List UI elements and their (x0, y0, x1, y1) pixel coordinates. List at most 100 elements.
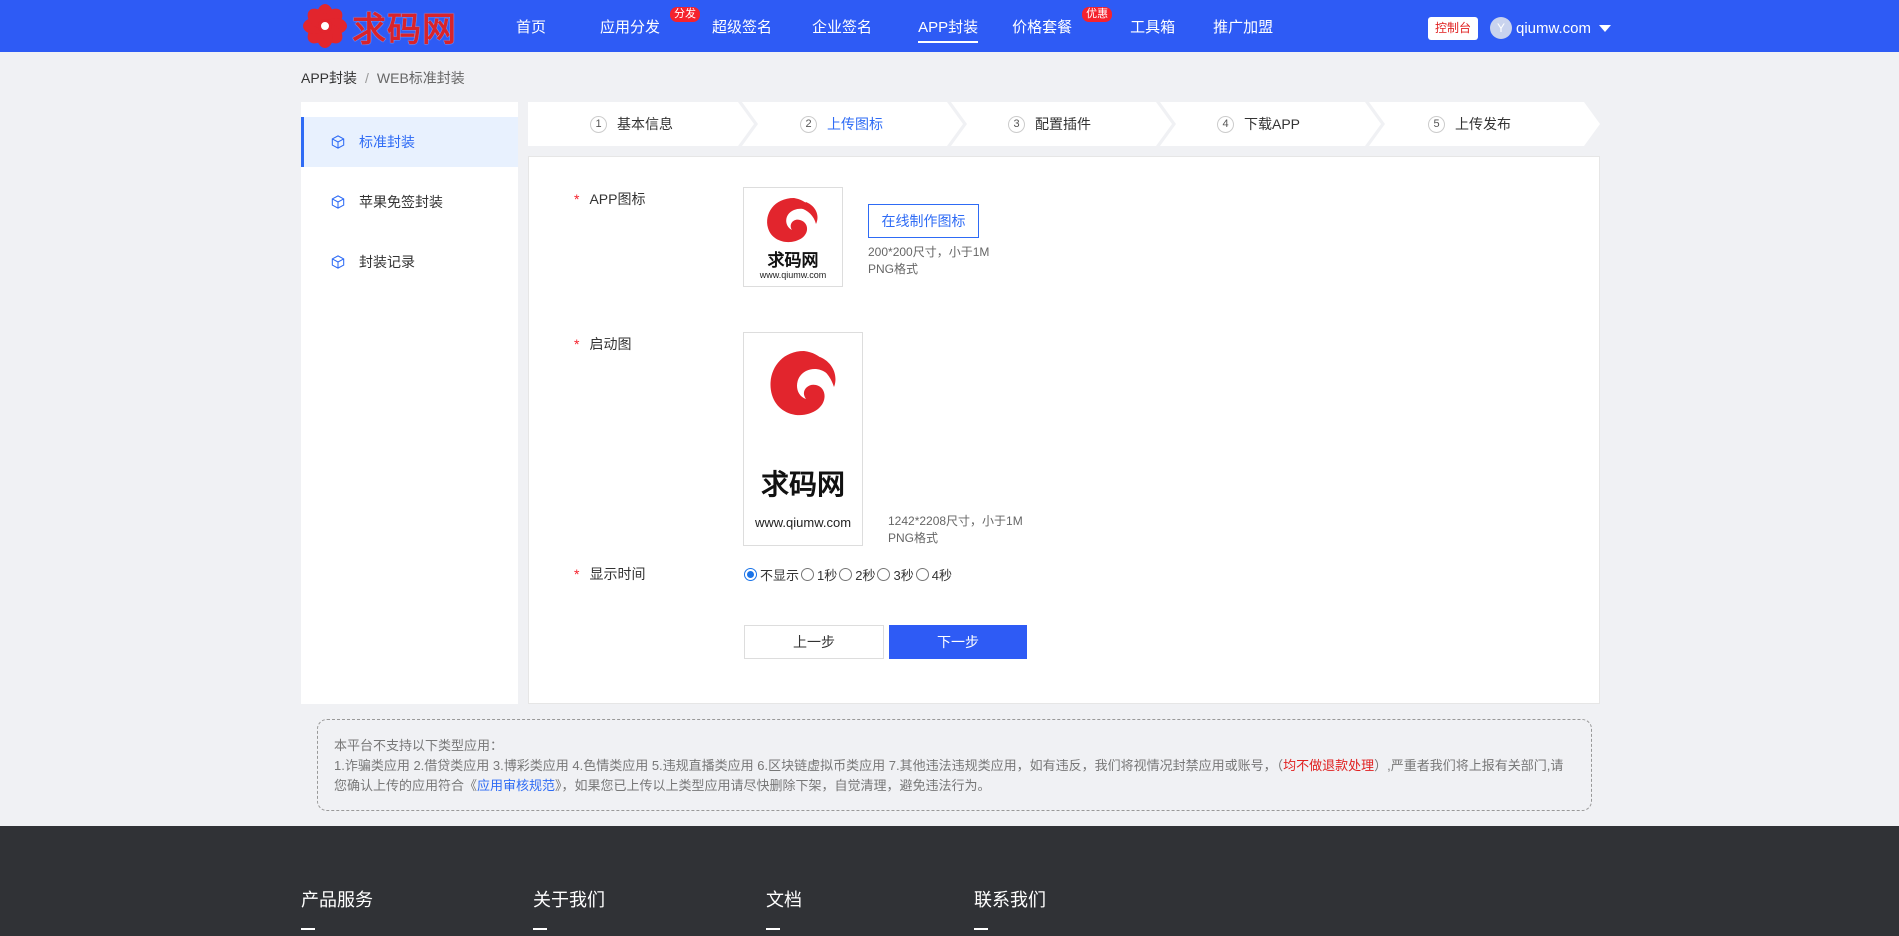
make-icon-online-button[interactable]: 在线制作图标 (868, 204, 979, 238)
policy-notice: 本平台不支持以下类型应用： 1.诈骗类应用 2.借贷类应用 3.博彩类应用 4.… (317, 719, 1592, 811)
chevron-down-icon (1599, 24, 1612, 32)
console-button[interactable]: 控制台 (1428, 17, 1478, 40)
footer: 产品服务 关于我们 文档 联系我们 (0, 826, 1899, 936)
display-time-label: * 显示时间 (574, 564, 645, 584)
app-icon-label: * APP图标 (574, 189, 645, 209)
nav-label: 首页 (516, 19, 547, 36)
notice-no-refund: 均不做退款处理 (1283, 758, 1375, 773)
label-text: 显示时间 (589, 566, 646, 582)
step-number: 4 (1217, 115, 1234, 133)
step-label: 配置插件 (1035, 116, 1091, 132)
radio-label: 不显示 (760, 568, 800, 583)
nav-badge: 优惠 (1082, 7, 1113, 22)
step-label: 上传图标 (827, 116, 883, 132)
user-menu[interactable]: Y qiumw.com (1490, 16, 1612, 40)
required-mark: * (574, 191, 580, 207)
tip-size: 1242*2208尺寸，小于1M (888, 514, 1023, 528)
step-5: 5 上传发布 (1428, 102, 1511, 146)
radio-icon (877, 568, 891, 581)
next-step-button[interactable]: 下一步 (889, 625, 1027, 659)
flower-logo-icon (302, 3, 348, 49)
nav-item-distribution[interactable]: 应用分发 分发 (600, 0, 701, 52)
nav-item-partnership[interactable]: 推广加盟 (1213, 0, 1273, 52)
splash-tip: 1242*2208尺寸，小于1M PNG格式 (888, 513, 1023, 547)
breadcrumb-current: WEB标准封装 (376, 70, 465, 86)
nav-item-home[interactable]: 首页 (516, 0, 546, 52)
radio-no-display[interactable]: 不显示 (744, 565, 799, 584)
app-icon-preview[interactable]: 求码网 www.qiumw.com (743, 187, 843, 287)
cube-icon (331, 135, 345, 149)
nav-badge: 分发 (670, 7, 701, 22)
label-text: APP图标 (589, 191, 646, 207)
cube-icon (331, 255, 345, 269)
step-indicator: 1 基本信息 2 上传图标 3 配置插件 4 下载APP 5 上传发布 (528, 102, 1600, 146)
label-text: 启动图 (589, 336, 632, 352)
nav-label: 超级签名 (712, 19, 773, 36)
footer-col-docs: 文档 (766, 886, 802, 930)
radio-icon (744, 568, 757, 581)
splash-preview[interactable]: 求码网 www.qiumw.com (743, 332, 863, 546)
radio-icon (915, 568, 929, 581)
nav-label: 应用分发 (600, 19, 661, 36)
nav-label: 工具箱 (1130, 19, 1176, 36)
step-number: 2 (800, 115, 817, 133)
sidebar-item-label: 苹果免签封装 (359, 194, 443, 210)
radio-label: 4秒 (931, 568, 952, 583)
tip-format: PNG格式 (888, 531, 939, 545)
avatar: Y (1490, 17, 1512, 39)
notice-title: 本平台不支持以下类型应用： (334, 738, 504, 753)
radio-label: 3秒 (893, 568, 914, 583)
nav-label: 推广加盟 (1213, 19, 1274, 36)
required-mark: * (574, 566, 580, 582)
tip-size: 200*200尺寸，小于1M (868, 245, 990, 259)
nav-label: 企业签名 (812, 19, 873, 36)
step-label: 基本信息 (617, 116, 673, 132)
top-navbar: 求码网 首页 应用分发 分发 超级签名 企业签名 APP封装 价格套餐 优惠 工… (0, 0, 1899, 52)
radio-2s[interactable]: 2秒 (839, 565, 875, 584)
notice-text: 1.诈骗类应用 2.借贷类应用 3.博彩类应用 4.色情类应用 5.违规直播类应… (334, 758, 1284, 773)
nav-item-enterprise-signature[interactable]: 企业签名 (812, 0, 872, 52)
step-label: 上传发布 (1455, 116, 1511, 132)
radio-3s[interactable]: 3秒 (877, 565, 914, 584)
splash-label: * 启动图 (574, 334, 631, 354)
sidebar: 标准封装 苹果免签封装 封装记录 (301, 102, 518, 704)
step-number: 3 (1008, 115, 1025, 133)
sidebar-item-apple-free-signature[interactable]: 苹果免签封装 (301, 177, 518, 227)
step-3: 3 配置插件 (1008, 102, 1091, 146)
notice-text: 》，如果您已上传以上类型应用请尽快删除下架，自觉清理，避免违法行为。 (555, 778, 991, 793)
breadcrumb-root[interactable]: APP封装 (301, 70, 357, 86)
review-guidelines-link[interactable]: 应用审核规范 (477, 778, 555, 793)
nav-label: APP封装 (918, 19, 979, 36)
tip-format: PNG格式 (868, 262, 919, 276)
footer-col-products: 产品服务 (301, 886, 373, 930)
nav-item-app-packaging[interactable]: APP封装 (918, 0, 979, 52)
site-logo[interactable]: 求码网 (302, 2, 457, 50)
breadcrumb: APP封装 / WEB标准封装 (301, 68, 465, 88)
nav-item-toolbox[interactable]: 工具箱 (1130, 0, 1175, 52)
radio-label: 1秒 (817, 568, 838, 583)
nav-label: 价格套餐 (1012, 19, 1073, 36)
cube-icon (331, 195, 345, 209)
breadcrumb-separator: / (365, 70, 369, 86)
footer-col-contact: 联系我们 (974, 886, 1046, 930)
nav-item-pricing[interactable]: 价格套餐 优惠 (1012, 0, 1113, 52)
sidebar-item-standard-packaging[interactable]: 标准封装 (301, 117, 518, 167)
app-icon-tip: 200*200尺寸，小于1M PNG格式 (868, 244, 989, 278)
radio-1s[interactable]: 1秒 (801, 565, 837, 584)
radio-icon (801, 568, 815, 581)
logo-text: 求码网 (352, 9, 457, 50)
step-number: 1 (590, 115, 607, 133)
radio-4s[interactable]: 4秒 (915, 565, 952, 584)
sidebar-item-label: 标准封装 (359, 134, 415, 150)
step-number: 5 (1428, 115, 1445, 133)
radio-icon (839, 568, 853, 581)
sidebar-item-packaging-records[interactable]: 封装记录 (301, 237, 518, 287)
app-icon-logo-url: www.qiumw.com (759, 270, 827, 280)
notice-body: 1.诈骗类应用 2.借贷类应用 3.博彩类应用 4.色情类应用 5.违规直播类应… (334, 756, 1575, 796)
step-4: 4 下载APP (1217, 102, 1300, 146)
previous-step-button[interactable]: 上一步 (744, 625, 884, 659)
display-time-radio-group: 不显示 1秒 2秒 3秒 4秒 (744, 565, 954, 584)
nav-item-super-signature[interactable]: 超级签名 (712, 0, 772, 52)
app-icon-logo-text: 求码网 (767, 251, 819, 271)
qiumw-logo-icon (770, 351, 836, 416)
